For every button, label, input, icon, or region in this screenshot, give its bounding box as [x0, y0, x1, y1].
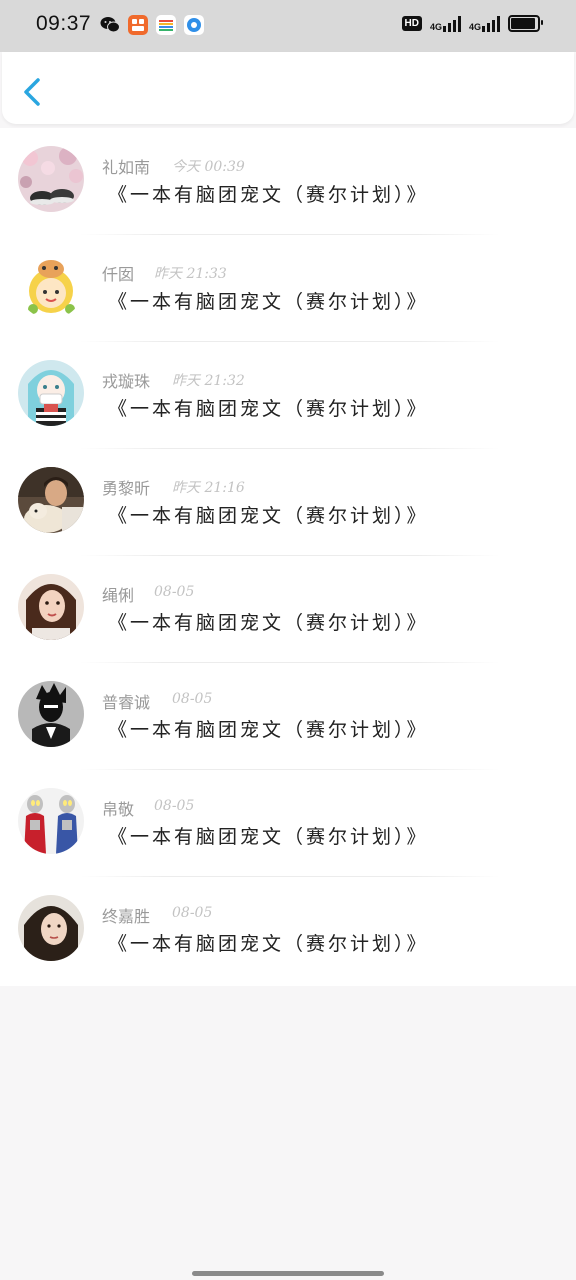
list-item[interactable]: 普睿诚 08-05 《一本有脑团宠文（赛尔计划）》 — [0, 663, 576, 770]
comment-time: 08-05 — [154, 798, 195, 814]
home-indicator[interactable] — [192, 1271, 384, 1276]
comment-time: 昨天 21:32 — [172, 373, 245, 389]
list-item[interactable]: 终嘉胜 08-05 《一本有脑团宠文（赛尔计划）》 — [0, 877, 576, 984]
comment-text: 《一本有脑团宠文（赛尔计划）》 — [108, 612, 429, 634]
commenter-name: 绳俐 — [102, 586, 135, 605]
comment-time: 08-05 — [172, 905, 213, 921]
commenter-name: 帛敬 — [102, 800, 135, 819]
comment-time: 08-05 — [172, 691, 213, 707]
signal-2-icon: 4G — [469, 15, 500, 32]
list-item[interactable]: 戎璇珠 昨天 21:32 《一本有脑团宠文（赛尔计划）》 — [0, 342, 576, 449]
status-time: 09:37 — [36, 12, 92, 35]
system-indicators: HD 4G 4G — [401, 15, 543, 32]
commenter-name: 仟囡 — [102, 265, 135, 284]
avatar[interactable] — [18, 681, 84, 747]
list-item[interactable]: 勇黎昕 昨天 21:16 《一本有脑团宠文（赛尔计划）》 — [0, 449, 576, 556]
list-item[interactable]: 仟囡 昨天 21:33 《一本有脑团宠文（赛尔计划）》 — [0, 235, 576, 342]
chevron-left-icon — [24, 78, 40, 106]
notification-icons — [100, 15, 204, 35]
screen: 09:37 HD 4G 4G 礼如南 今天 00:39 《一本有脑团宠文（赛尔计… — [0, 0, 576, 1280]
comment-time: 昨天 21:16 — [172, 480, 245, 496]
comment-list: 礼如南 今天 00:39 《一本有脑团宠文（赛尔计划）》 仟囡 昨天 21:33… — [0, 128, 576, 986]
hd-badge: HD — [401, 16, 422, 31]
battery-icon — [508, 15, 543, 32]
commenter-name: 礼如南 — [102, 158, 151, 177]
comment-time: 今天 00:39 — [172, 159, 245, 175]
avatar[interactable] — [18, 146, 84, 212]
comment-text: 《一本有脑团宠文（赛尔计划）》 — [108, 933, 429, 955]
comment-text: 《一本有脑团宠文（赛尔计划）》 — [108, 505, 429, 527]
comment-text: 《一本有脑团宠文（赛尔计划）》 — [108, 826, 429, 848]
comment-text: 《一本有脑团宠文（赛尔计划）》 — [108, 719, 429, 741]
comment-text: 《一本有脑团宠文（赛尔计划）》 — [108, 184, 429, 206]
comment-text: 《一本有脑团宠文（赛尔计划）》 — [108, 398, 429, 420]
list-item[interactable]: 帛敬 08-05 《一本有脑团宠文（赛尔计划）》 — [0, 770, 576, 877]
avatar[interactable] — [18, 467, 84, 533]
avatar[interactable] — [18, 895, 84, 961]
wechat-icon — [100, 15, 120, 35]
avatar[interactable] — [18, 253, 84, 319]
comment-time: 08-05 — [154, 584, 195, 600]
commenter-name: 终嘉胜 — [102, 907, 151, 926]
status-bar: 09:37 HD 4G 4G — [0, 0, 576, 52]
app-orange-icon — [128, 15, 148, 35]
comment-time: 昨天 21:33 — [154, 266, 227, 282]
top-bar — [2, 52, 574, 124]
app-stripes-icon — [156, 15, 176, 35]
app-blue-icon — [184, 15, 204, 35]
commenter-name: 勇黎昕 — [102, 479, 151, 498]
list-item[interactable]: 绳俐 08-05 《一本有脑团宠文（赛尔计划）》 — [0, 556, 576, 663]
avatar[interactable] — [18, 574, 84, 640]
comment-text: 《一本有脑团宠文（赛尔计划）》 — [108, 291, 429, 313]
signal-1-icon: 4G — [430, 15, 461, 32]
avatar[interactable] — [18, 788, 84, 854]
list-item[interactable]: 礼如南 今天 00:39 《一本有脑团宠文（赛尔计划）》 — [0, 128, 576, 235]
commenter-name: 戎璇珠 — [102, 372, 151, 391]
avatar[interactable] — [18, 360, 84, 426]
back-button[interactable] — [18, 74, 50, 110]
commenter-name: 普睿诚 — [102, 693, 151, 712]
